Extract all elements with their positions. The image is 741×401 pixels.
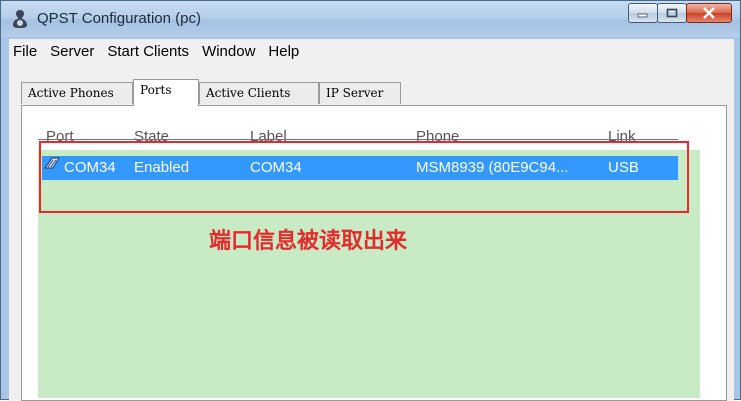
qpst-window: QPST Configuration (pc) File Server Star… <box>0 0 741 401</box>
tab-active-phones[interactable]: Active Phones <box>21 82 133 104</box>
minimize-button[interactable] <box>628 3 658 23</box>
menu-bar: File Server Start Clients Window Help <box>9 39 734 63</box>
close-icon <box>703 7 715 19</box>
minimize-icon <box>637 13 648 18</box>
maximize-button[interactable] <box>657 3 687 23</box>
menu-file[interactable]: File <box>9 43 46 60</box>
menu-start-clients[interactable]: Start Clients <box>103 43 198 60</box>
annotation-text: 端口信息被读取出来 <box>209 229 408 254</box>
tab-ports[interactable]: Ports <box>133 79 199 106</box>
menu-help[interactable]: Help <box>264 43 308 60</box>
window-title: QPST Configuration (pc) <box>37 10 201 27</box>
app-icon <box>13 10 27 28</box>
menu-server[interactable]: Server <box>46 43 103 60</box>
tab-active-clients[interactable]: Active Clients <box>199 82 319 104</box>
close-button[interactable] <box>686 3 732 23</box>
annotation-highlight-box <box>39 141 689 213</box>
menu-window[interactable]: Window <box>198 43 264 60</box>
caption-buttons <box>628 3 732 25</box>
title-bar[interactable]: QPST Configuration (pc) <box>1 1 740 37</box>
header-divider <box>38 139 678 140</box>
tab-ip-server[interactable]: IP Server <box>319 82 401 104</box>
maximize-icon <box>666 8 678 17</box>
